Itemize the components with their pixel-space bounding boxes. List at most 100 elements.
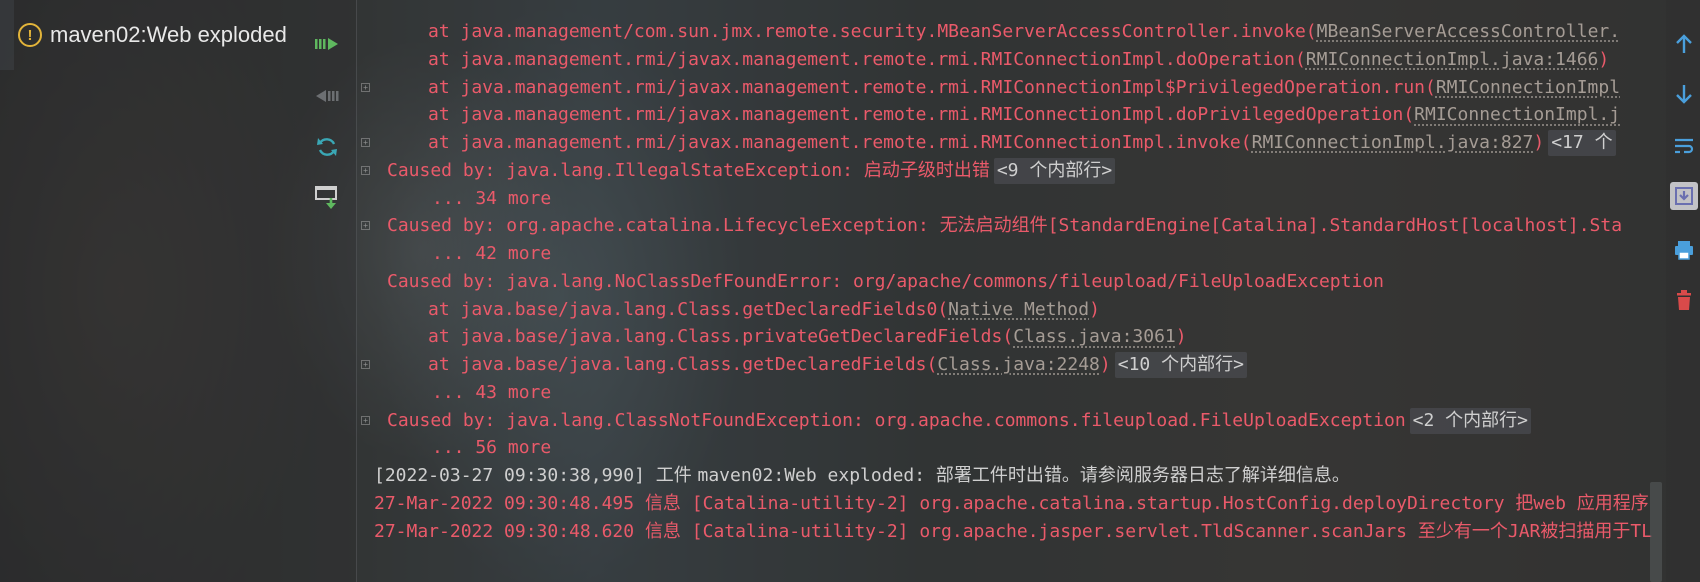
console-line: at java.management.rmi/javax.management.… <box>428 100 1620 130</box>
previous-occurrence-button[interactable] <box>1670 30 1698 58</box>
console-text: ) <box>1175 326 1187 348</box>
console-text: web <box>1533 492 1577 514</box>
console-line: at java.management.rmi/javax.management.… <box>428 45 1609 75</box>
console-text: [StandardEngine[Catalina].StandardHost[l… <box>1047 215 1623 237</box>
console-text: TL <box>1630 520 1653 542</box>
print-button[interactable] <box>1670 236 1698 264</box>
artifact-label: maven02:Web exploded <box>50 22 287 47</box>
console-text: at java.management.rmi/javax.management.… <box>428 104 1415 126</box>
fold-toggle-icon[interactable]: + <box>361 138 370 147</box>
services-panel: ! maven02:Web exploded <box>0 0 356 582</box>
console-text: [Catalina-utility-2] org.apache.catalina… <box>680 492 1516 514</box>
internal-lines-badge[interactable]: <17 个 <box>1548 130 1616 156</box>
console-text: at java.management.rmi/javax.management.… <box>428 48 1306 70</box>
console-text: 无法启动组件 <box>939 215 1048 237</box>
console-toolbar <box>1666 0 1700 582</box>
console-line: Caused by: java.lang.ClassNotFoundExcept… <box>387 406 1532 436</box>
panel-edge <box>0 0 14 70</box>
console-text: ) <box>1598 48 1610 70</box>
console-text: 工件 <box>655 465 698 486</box>
warning-icon: ! <box>18 23 42 47</box>
console-text: ) <box>1533 132 1545 153</box>
console-text: at java.base/java.lang.Class.getDeclared… <box>428 298 949 320</box>
next-occurrence-button[interactable] <box>1670 80 1698 108</box>
console-line: ... 43 more <box>432 378 551 408</box>
source-link[interactable]: Class.java:3061 <box>1013 322 1176 352</box>
console-text: 应用程序 <box>1576 492 1649 514</box>
source-link[interactable]: Class.java:2248 <box>937 350 1100 380</box>
tree-node-artifact[interactable]: ! maven02:Web exploded <box>18 20 287 50</box>
console-text: maven02:Web exploded: <box>697 465 936 486</box>
console-text: at java.base/java.lang.Class.getDeclared… <box>428 354 938 375</box>
console-text: 把 <box>1515 492 1534 514</box>
stop-icon <box>316 90 339 102</box>
down-arrow-icon <box>1676 85 1692 104</box>
console-line: at java.management/com.sun.jmx.remote.se… <box>428 17 1620 47</box>
console-text: at java.management.rmi/javax.management.… <box>428 132 1252 153</box>
console-text: Caused by: org.apache.catalina.Lifecycle… <box>387 215 940 237</box>
console-line: ... 42 more <box>432 239 551 269</box>
console-text: 至少有一个 <box>1417 520 1508 542</box>
internal-lines-badge[interactable]: <10 个内部行> <box>1114 352 1247 378</box>
vertical-scrollbar[interactable] <box>1650 482 1662 582</box>
source-link[interactable]: Native Method <box>948 295 1089 325</box>
console-line: at java.base/java.lang.Class.getDeclared… <box>428 350 1247 380</box>
scroll-to-end-button[interactable] <box>1670 182 1698 210</box>
fold-toggle-icon[interactable]: + <box>361 165 370 175</box>
console-text: 启动子级时出错 <box>863 159 990 181</box>
console-line: at java.management.rmi/javax.management.… <box>428 73 1620 103</box>
source-link[interactable]: RMIConnectionImpl.j <box>1414 100 1620 130</box>
fold-toggle-icon[interactable]: + <box>361 221 370 231</box>
console-line: at java.base/java.lang.Class.getDeclared… <box>428 295 1100 325</box>
console-text: 被扫描用于 <box>1540 520 1631 542</box>
fold-toggle-icon[interactable]: + <box>361 360 370 369</box>
console-text: at java.management.rmi/javax.management.… <box>428 76 1436 98</box>
soft-wrap-button[interactable] <box>1670 132 1698 160</box>
up-arrow-icon <box>1676 34 1692 53</box>
console-text: ... 43 more <box>432 381 552 403</box>
console-text: at java.base/java.lang.Class.privateGetD… <box>428 326 1014 348</box>
console-text: ... 42 more <box>432 243 552 264</box>
internal-lines-badge[interactable]: <2 个内部行> <box>1409 407 1532 434</box>
fold-toggle-icon[interactable]: + <box>361 415 370 425</box>
console-line: Caused by: java.lang.IllegalStateExcepti… <box>387 156 1116 186</box>
print-icon <box>1675 241 1693 260</box>
console-text: JAR <box>1507 520 1541 542</box>
deploy-icon <box>315 186 337 209</box>
redeploy-icon <box>317 138 337 156</box>
console-line: 27-Mar-2022 09:30:48.620 信息 [Catalina-ut… <box>374 517 1652 547</box>
source-link[interactable]: RMIConnectionImpl <box>1436 73 1620 103</box>
console-text: ) <box>1089 298 1100 320</box>
source-link[interactable]: RMIConnectionImpl.java:1466 <box>1306 45 1599 75</box>
console-text: 信息 <box>644 492 681 514</box>
console-text: 信息 <box>644 520 681 542</box>
internal-lines-badge[interactable]: <9 个内部行> <box>993 157 1116 184</box>
console-line: Caused by: org.apache.catalina.Lifecycle… <box>387 211 1622 241</box>
console-output[interactable]: at java.management/com.sun.jmx.remote.se… <box>356 0 1667 582</box>
fold-toggle-icon[interactable]: + <box>361 82 370 92</box>
deploy-button[interactable] <box>310 182 344 212</box>
run-all-button[interactable] <box>310 29 344 59</box>
console-text: Caused by: java.lang.ClassNotFoundExcept… <box>387 409 1406 431</box>
console-text: Caused by: java.lang.NoClassDefFoundErro… <box>387 270 1384 292</box>
console-line: ... 34 more <box>432 184 551 214</box>
clear-all-button[interactable] <box>1670 286 1698 314</box>
scroll-to-end-icon <box>1675 187 1693 205</box>
soft-wrap-icon <box>1675 138 1694 154</box>
console-line: at java.management.rmi/javax.management.… <box>428 128 1616 158</box>
source-link[interactable]: RMIConnectionImpl.java:827 <box>1252 128 1534 158</box>
console-line: ... 56 more <box>432 433 551 463</box>
console-text: ... 34 more <box>432 187 552 209</box>
source-link[interactable]: MBeanServerAccessController. <box>1317 17 1620 47</box>
console-text: 部署工件时出错。请参阅服务器日志了解详细信息。 <box>935 465 1350 486</box>
console-text: ) <box>1099 354 1111 375</box>
console-text: Caused by: java.lang.IllegalStateExcepti… <box>387 159 864 181</box>
run-all-icon <box>315 38 338 50</box>
console-text: ... 56 more <box>432 437 552 459</box>
stop-button[interactable] <box>310 81 344 111</box>
redeploy-button[interactable] <box>310 132 344 162</box>
console-line: Caused by: java.lang.NoClassDefFoundErro… <box>387 267 1384 297</box>
clear-all-icon <box>1677 290 1691 310</box>
console-line: [2022-03-27 09:30:38,990] 工件 maven02:Web… <box>374 461 1350 491</box>
console-line: at java.base/java.lang.Class.privateGetD… <box>428 322 1187 352</box>
